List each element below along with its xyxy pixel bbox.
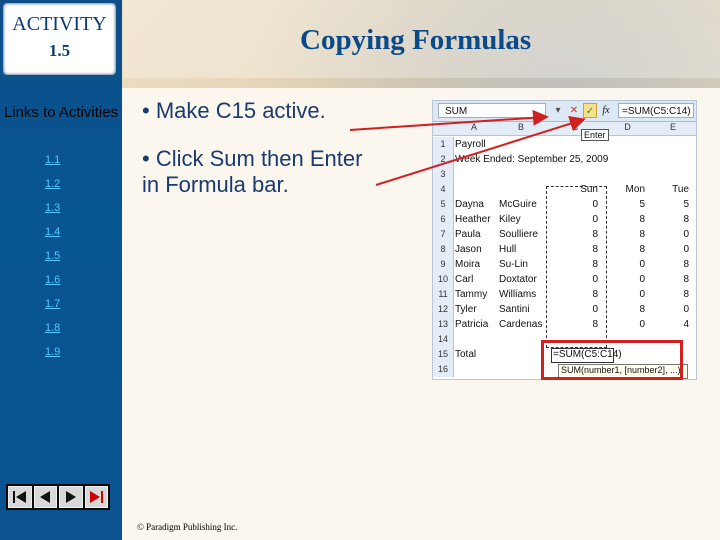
footer-copyright: © Paradigm Publishing Inc.	[137, 522, 238, 532]
arrow-to-enter	[375, 115, 586, 186]
callout-arrows	[349, 109, 586, 186]
arrow-to-sum	[349, 109, 549, 131]
